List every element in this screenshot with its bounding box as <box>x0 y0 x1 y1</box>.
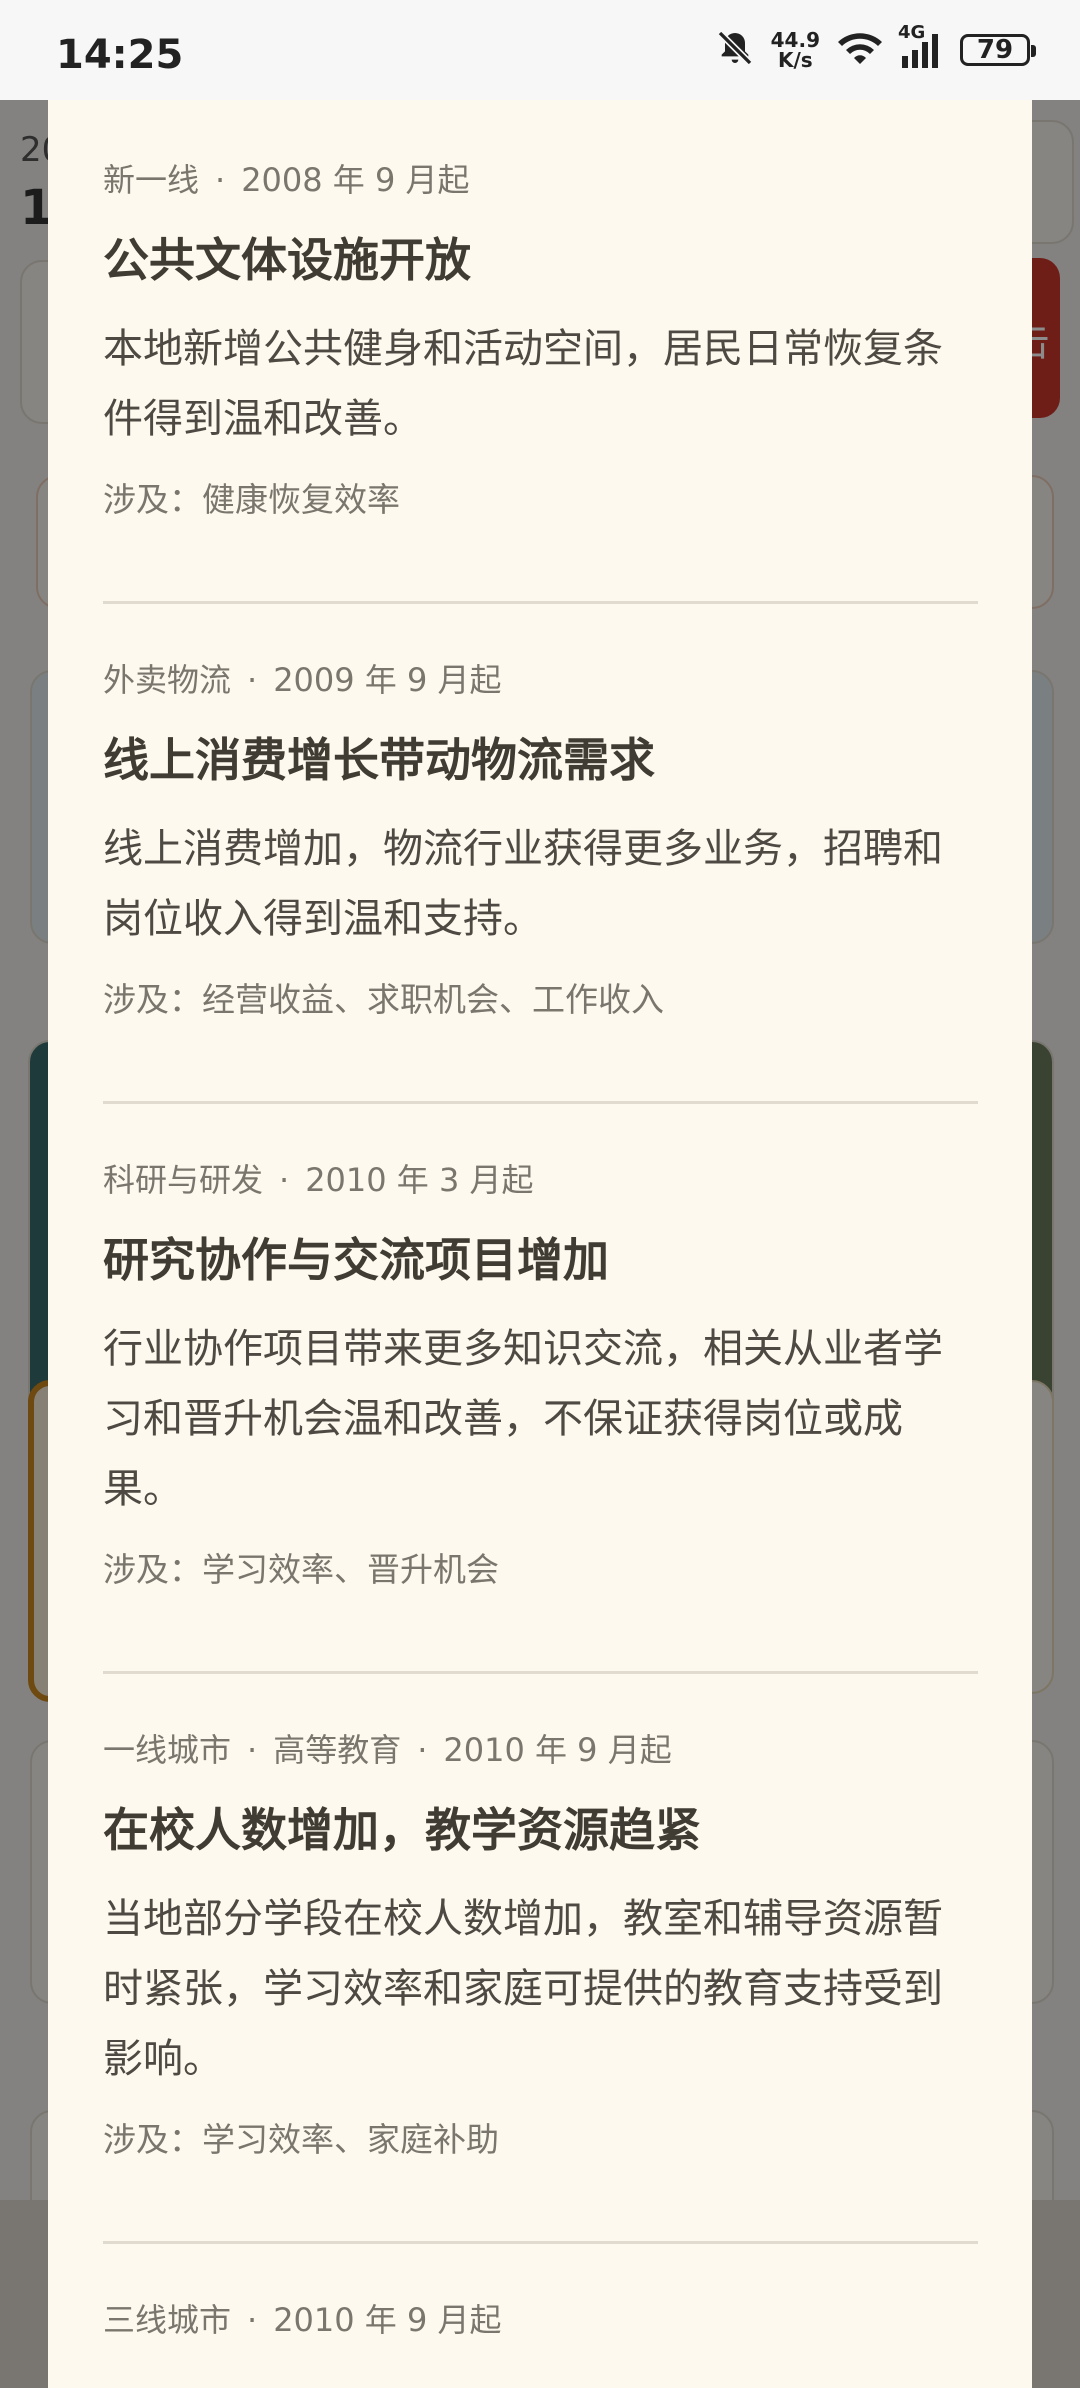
event-description: 线上消费增加，物流行业获得更多业务，招聘和岗位收入得到温和支持。 <box>103 826 943 942</box>
event-title: 公共文体设施开放 <box>103 233 471 287</box>
event-meta: 一线城市 · 高等教育 · 2010 年 9 月起 <box>103 1731 672 1769</box>
battery-level: 79 <box>976 35 1014 65</box>
event-item: 外卖物流 · 2009 年 9 月起 线上消费增长带动物流需求 线上消费增加，物流行… <box>103 660 978 1020</box>
divider <box>103 2241 978 2244</box>
event-title: 线上消费增长带动物流需求 <box>103 733 655 787</box>
event-meta: 外卖物流 · 2009 年 9 月起 <box>103 661 502 699</box>
event-date: 2010 年 9 月起 <box>273 2301 502 2339</box>
event-involves: 涉及：学习效率、家庭补助 <box>103 2120 499 2159</box>
event-description: 当地部分学段在校人数增加，教室和辅导资源暂时紧张，学习效率和家庭可提供的教育支持… <box>103 1896 943 2082</box>
event-item: 三线城市 · 2010 年 9 月起 <box>103 2300 978 2340</box>
event-involves: 涉及：健康恢复效率 <box>103 480 400 519</box>
event-item: 一线城市 · 高等教育 · 2010 年 9 月起 在校人数增加，教学资源趋紧 当地部分… <box>103 1730 978 2160</box>
event-item: 新一线 · 2008 年 9 月起 公共文体设施开放 本地新增公共健身和活动空间，居… <box>103 160 978 520</box>
event-description: 本地新增公共健身和活动空间，居民日常恢复条件得到温和改善。 <box>103 326 943 442</box>
event-date: 2008 年 9 月起 <box>241 161 470 199</box>
events-sheet: 新一线 · 2008 年 9 月起 公共文体设施开放 本地新增公共健身和活动空间，居… <box>48 100 1032 2388</box>
event-category: 高等教育 <box>273 1731 402 1769</box>
battery-icon: 79 <box>960 34 1036 66</box>
event-title: 在校人数增加，教学资源趋紧 <box>103 1803 701 1857</box>
event-title: 研究协作与交流项目增加 <box>103 1233 609 1287</box>
net-speed: 44.9 K/s <box>771 30 820 70</box>
event-description: 行业协作项目带来更多知识交流，相关从业者学习和晋升机会温和改善，不保证获得岗位或… <box>103 1326 943 1512</box>
event-date: 2010 年 9 月起 <box>443 1731 672 1769</box>
wifi-icon <box>836 28 884 72</box>
event-tag: 三线城市 <box>103 2301 232 2339</box>
event-date: 2010 年 3 月起 <box>305 1161 534 1199</box>
divider <box>103 1101 978 1104</box>
status-time: 14:25 <box>56 32 184 78</box>
event-tag: 新一线 <box>103 161 200 199</box>
event-involves: 涉及：学习效率、晋升机会 <box>103 1550 499 1589</box>
divider <box>103 601 978 604</box>
signal-icon: 4G <box>898 22 944 68</box>
event-date: 2009 年 9 月起 <box>273 661 502 699</box>
event-meta: 科研与研发 · 2010 年 3 月起 <box>103 1161 534 1199</box>
network-type: 4G <box>898 22 926 43</box>
event-tag: 科研与研发 <box>103 1161 264 1199</box>
divider <box>103 1671 978 1674</box>
net-speed-unit: K/s <box>777 48 813 72</box>
status-icons: 44.9 K/s 4G 79 <box>715 22 1036 72</box>
event-involves: 涉及：经营收益、求职机会、工作收入 <box>103 980 664 1019</box>
bell-off-icon <box>715 28 755 72</box>
net-speed-value: 44.9 <box>770 28 820 52</box>
event-tag: 外卖物流 <box>103 661 232 699</box>
event-tag: 一线城市 <box>103 1731 232 1769</box>
status-bar: 14:25 44.9 K/s 4G 79 <box>0 0 1080 100</box>
event-meta: 新一线 · 2008 年 9 月起 <box>103 161 470 199</box>
event-meta: 三线城市 · 2010 年 9 月起 <box>103 2301 502 2339</box>
event-item: 科研与研发 · 2010 年 3 月起 研究协作与交流项目增加 行业协作项目带来更多… <box>103 1160 978 1590</box>
